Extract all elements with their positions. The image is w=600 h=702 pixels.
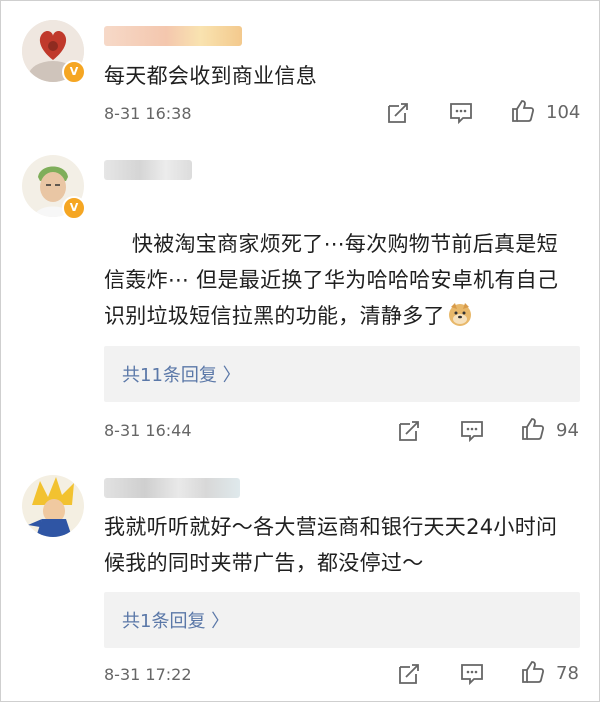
comment-text-body: 快被淘宝商家烦死了⋯每次购物节前后真是短信轰炸⋯ 但是最近换了华为哈哈哈安卓机有… bbox=[104, 232, 559, 328]
comment-text: 每天都会收到商业信息 bbox=[104, 64, 317, 88]
avatar[interactable] bbox=[22, 475, 84, 537]
username-blurred[interactable] bbox=[104, 160, 192, 180]
share-icon[interactable] bbox=[396, 418, 422, 444]
like-count: 78 bbox=[556, 663, 579, 684]
view-replies-link[interactable]: 共11条回复 〉 bbox=[122, 361, 241, 387]
comment-text: 我就听听就好～各大营运商和银行天天24小时问候我的同时夹带广告，都没停过～ bbox=[104, 515, 558, 575]
comment-icon[interactable] bbox=[459, 661, 485, 687]
verified-badge: V bbox=[62, 196, 86, 220]
comment-timestamp: 8-31 16:44 bbox=[104, 421, 192, 440]
replies-box[interactable]: 共1条回复 〉 bbox=[104, 592, 580, 648]
doge-emoji bbox=[448, 303, 471, 326]
comment-timestamp: 8-31 16:38 bbox=[104, 104, 192, 123]
verified-badge: V bbox=[62, 60, 86, 84]
username-blurred[interactable] bbox=[104, 26, 242, 46]
comment-timestamp: 8-31 17:22 bbox=[104, 665, 192, 684]
share-icon[interactable] bbox=[396, 661, 422, 687]
comment-icon[interactable] bbox=[448, 100, 474, 126]
replies-box[interactable]: 共11条回复 〉 bbox=[104, 346, 580, 402]
like-count: 94 bbox=[556, 420, 579, 441]
like-count: 104 bbox=[546, 102, 581, 123]
username-blurred[interactable] bbox=[104, 478, 240, 498]
view-replies-link[interactable]: 共1条回复 〉 bbox=[122, 607, 229, 633]
like-icon[interactable] bbox=[520, 659, 546, 685]
like-icon[interactable] bbox=[520, 416, 546, 442]
comment-text: 快被淘宝商家烦死了⋯每次购物节前后真是短信轰炸⋯ 但是最近换了华为哈哈哈安卓机有… bbox=[104, 190, 574, 370]
share-icon[interactable] bbox=[385, 100, 411, 126]
comment-icon[interactable] bbox=[459, 418, 485, 444]
like-icon[interactable] bbox=[510, 98, 536, 124]
